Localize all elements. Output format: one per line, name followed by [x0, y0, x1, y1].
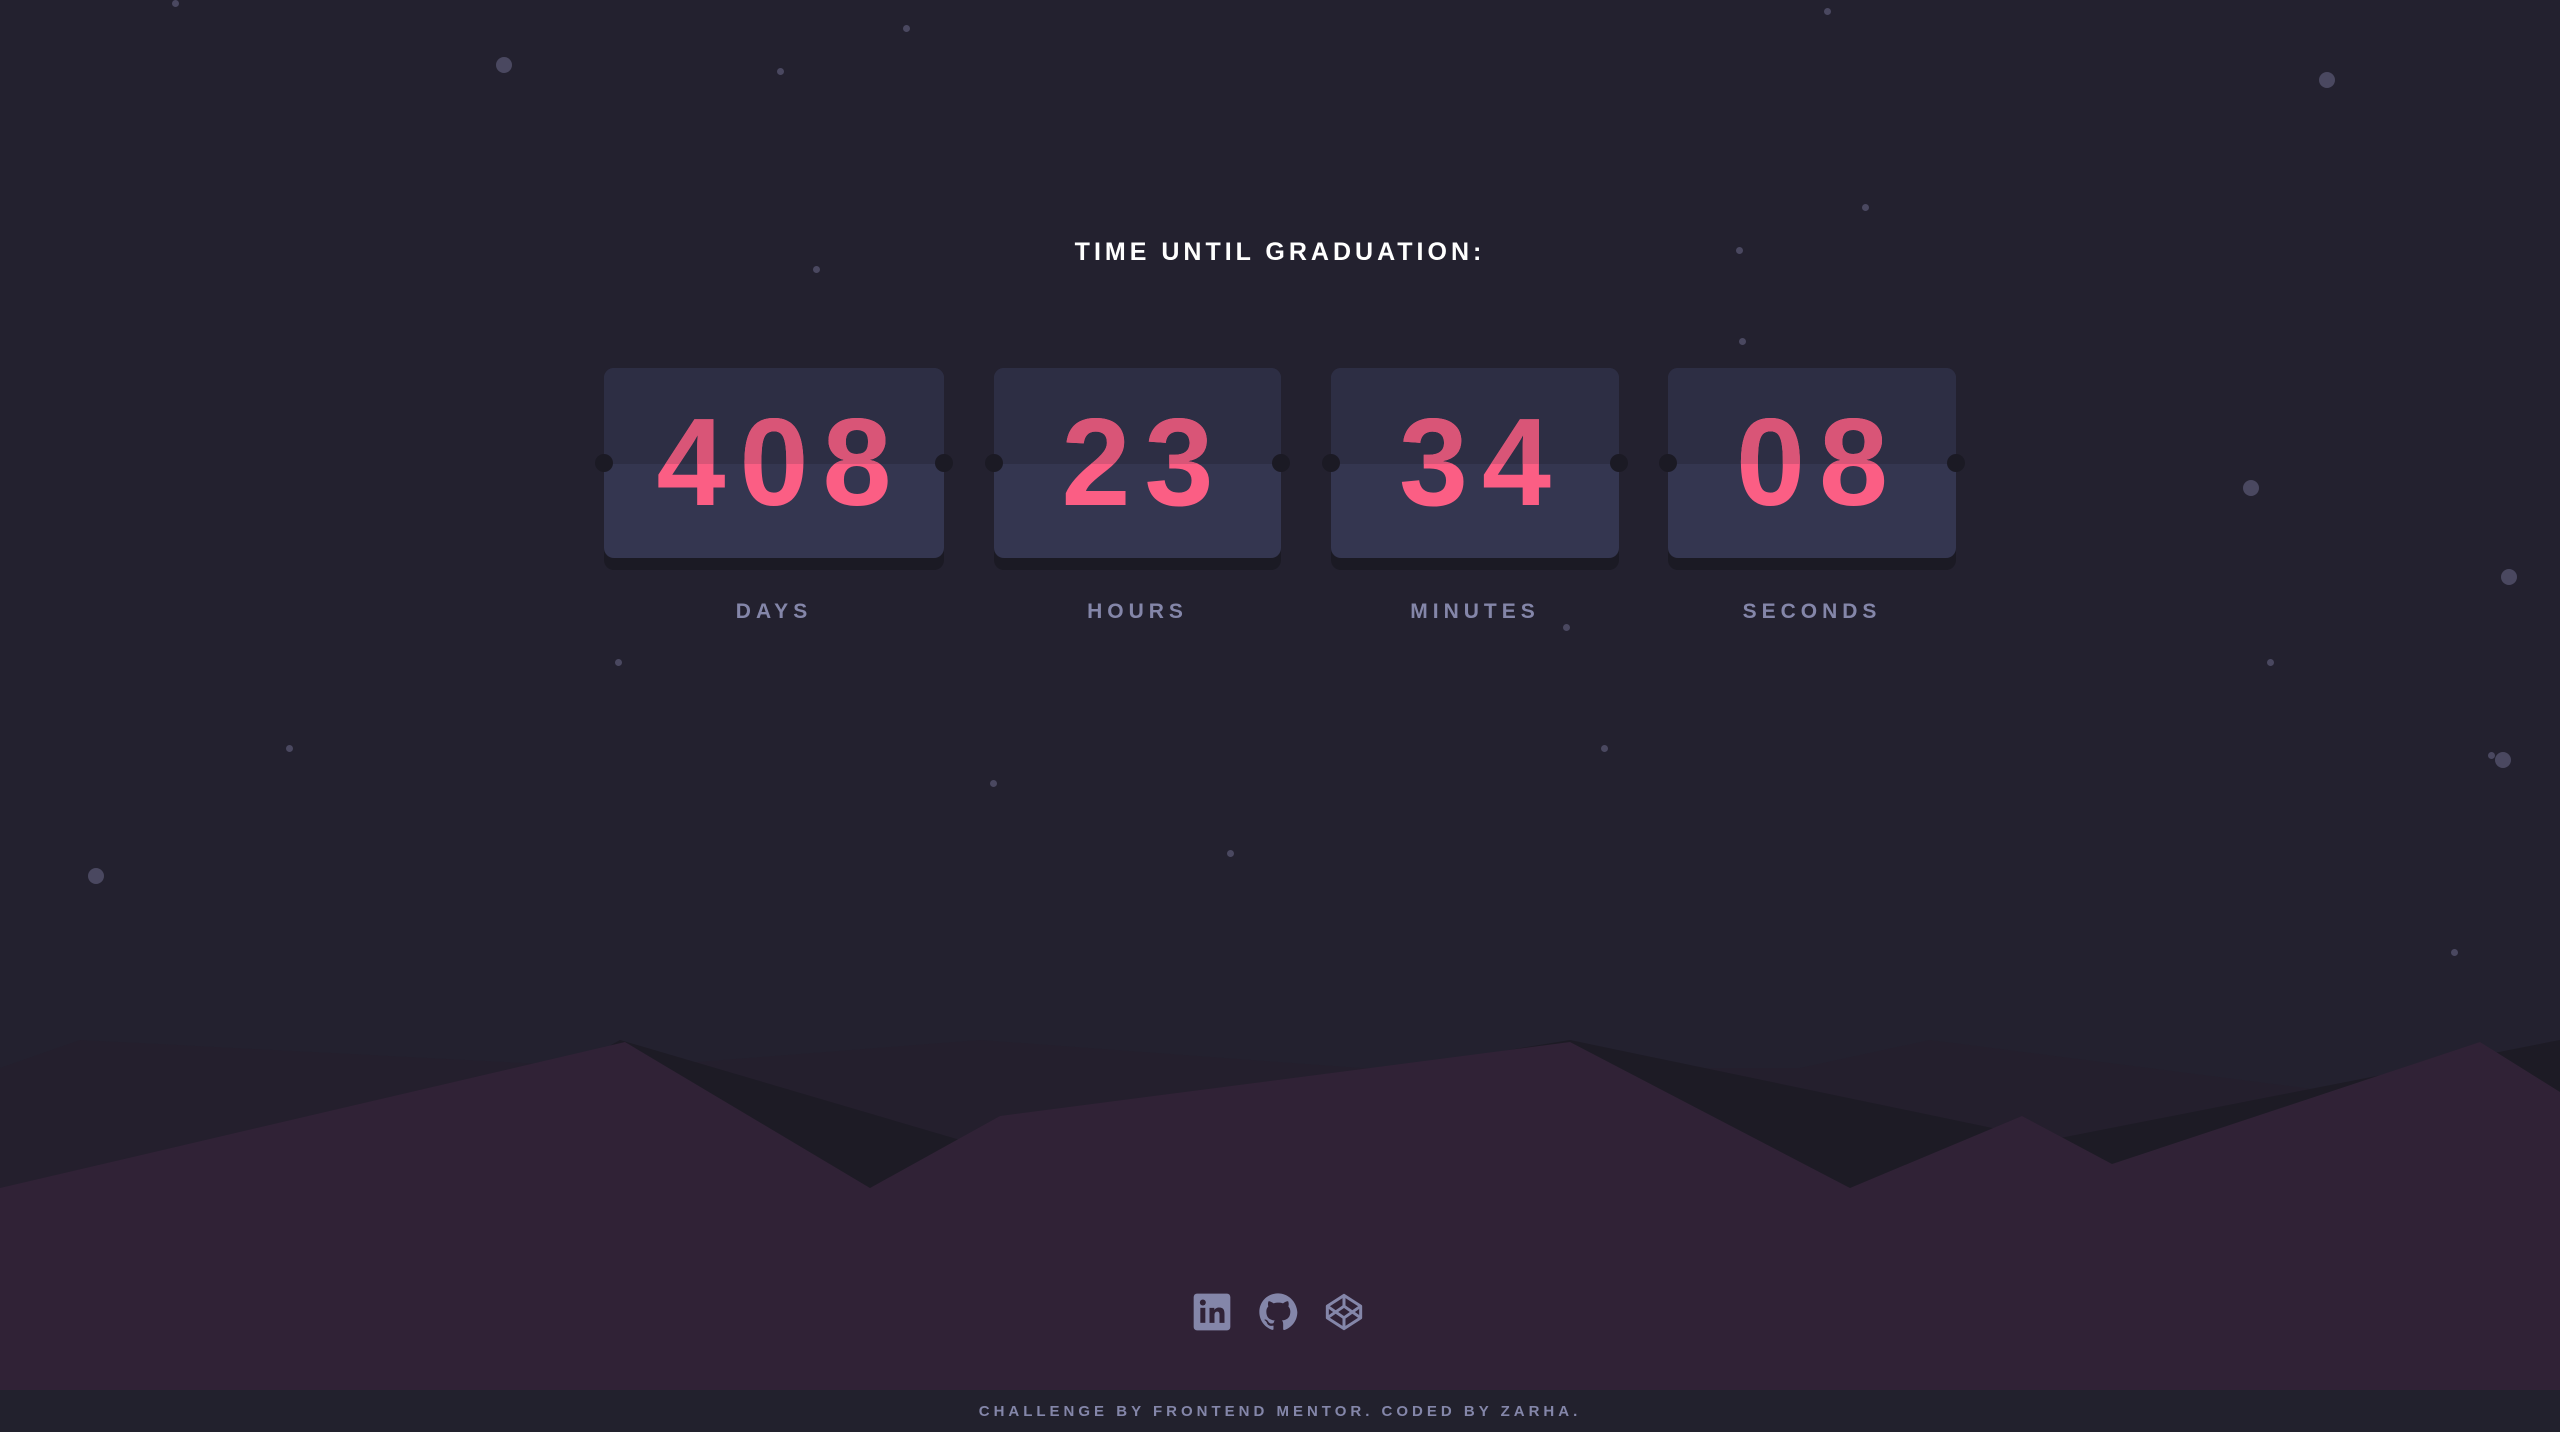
digits-upper-half: 08	[1736, 394, 1902, 464]
flip-card: 408 408	[595, 368, 953, 558]
codepen-icon	[1325, 1293, 1363, 1331]
hills-background	[0, 1040, 2560, 1390]
card-notch-left	[985, 454, 1003, 472]
hours-label: HOURS	[1087, 600, 1188, 623]
countdown-card-hours: 23 23	[985, 368, 1290, 558]
card-notch-left	[1659, 454, 1677, 472]
days-label: DAYS	[735, 600, 813, 623]
seconds-value: 08 08	[1668, 368, 1956, 558]
countdown-card-days: 408 408	[595, 368, 953, 558]
attribution-text: CHALLENGE BY FRONTEND MENTOR. CODED BY Z…	[978, 1403, 1582, 1420]
page-title: TIME UNTIL GRADUATION:	[1074, 238, 1486, 266]
linkedin-link[interactable]	[1192, 1292, 1232, 1332]
digits-upper-half: 408	[656, 394, 906, 464]
card-notch-left	[595, 454, 613, 472]
flip-card: 34 34	[1322, 368, 1628, 558]
minutes-value: 34 34	[1331, 368, 1619, 558]
linkedin-icon	[1193, 1293, 1231, 1331]
countdown-card-minutes: 34 34	[1322, 368, 1628, 558]
github-icon	[1259, 1293, 1298, 1331]
github-link[interactable]	[1258, 1292, 1298, 1332]
card-notch-left	[1322, 454, 1340, 472]
card-notch-right	[935, 454, 953, 472]
digits-upper-half: 34	[1399, 394, 1565, 464]
days-value: 408 408	[604, 368, 944, 558]
card-notch-right	[1610, 454, 1628, 472]
card-notch-right	[1272, 454, 1290, 472]
flip-card: 23 23	[985, 368, 1290, 558]
seconds-label: SECONDS	[1742, 600, 1882, 623]
countdown-page: TIME UNTIL GRADUATION: 408 408 DAYS 23 23 …	[0, 0, 2560, 1432]
flip-card: 08 08	[1659, 368, 1965, 558]
hours-value: 23 23	[994, 368, 1281, 558]
countdown-card-seconds: 08 08	[1659, 368, 1965, 558]
social-links	[1192, 1292, 1364, 1332]
minutes-label: MINUTES	[1410, 600, 1540, 623]
codepen-link[interactable]	[1324, 1292, 1364, 1332]
digits-upper-half: 23	[1061, 394, 1228, 464]
card-notch-right	[1947, 454, 1965, 472]
